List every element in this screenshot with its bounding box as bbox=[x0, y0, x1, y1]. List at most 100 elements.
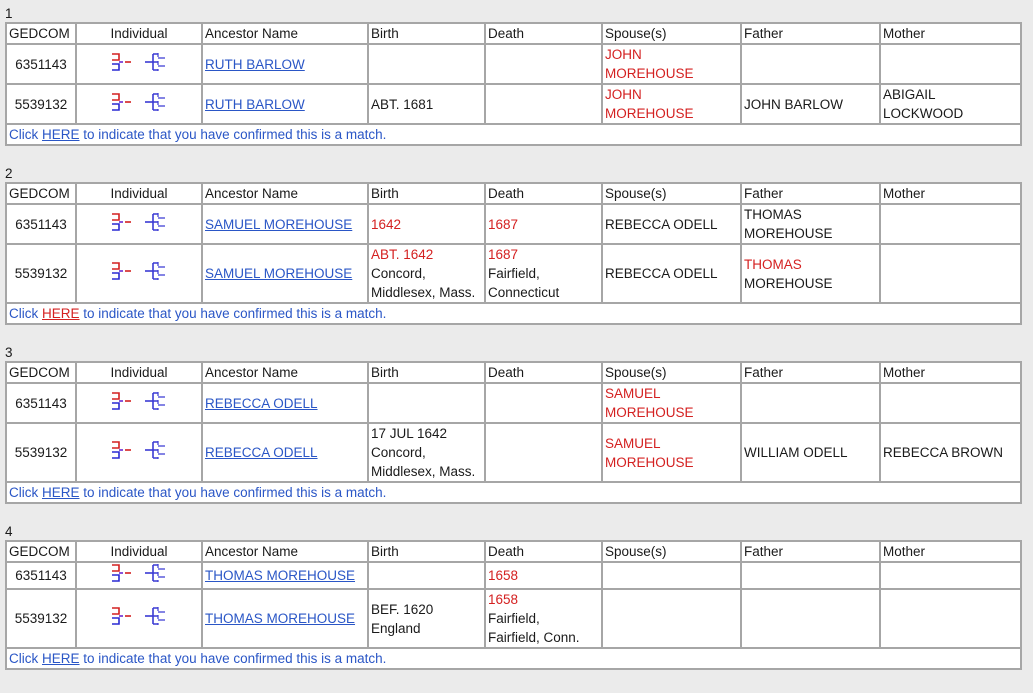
pedigree-chart-icon[interactable] bbox=[110, 606, 132, 631]
ancestor-name-link[interactable]: SAMUEL MOREHOUSE bbox=[205, 266, 352, 281]
death-line: 1658 bbox=[488, 568, 519, 583]
column-header: Mother bbox=[879, 182, 1022, 205]
table-row: 5539132 THOMAS MOREHOUSE BEF. 1620 England 1… bbox=[5, 588, 1022, 649]
individual-chart-links bbox=[75, 588, 203, 649]
ancestor-name-link[interactable]: RUTH BARLOW bbox=[205, 57, 305, 72]
individual-chart-links bbox=[75, 422, 203, 483]
individual-chart-links bbox=[75, 382, 203, 424]
match-group: 3 GEDCOM Individual Ancestor Name Birth Death… bbox=[0, 325, 1033, 504]
father-line: MOREHOUSE bbox=[744, 275, 833, 291]
column-header: Individual bbox=[75, 22, 203, 45]
pedigree-chart-icon[interactable] bbox=[110, 92, 132, 117]
confirm-row: Click HERE to indicate that you have con… bbox=[5, 302, 1022, 325]
spouse-line: MOREHOUSE bbox=[605, 454, 694, 470]
spouse-cell: JOHN MOREHOUSE bbox=[601, 43, 742, 85]
descendant-chart-icon[interactable] bbox=[144, 261, 168, 286]
spouse-line: MOREHOUSE bbox=[605, 66, 694, 81]
father-cell bbox=[740, 588, 881, 649]
gedcom-id: 5539132 bbox=[5, 83, 77, 125]
confirm-cell: Click HERE to indicate that you have con… bbox=[5, 302, 1022, 325]
descendant-chart-icon[interactable] bbox=[144, 440, 168, 465]
descendant-chart-icon[interactable] bbox=[144, 92, 168, 117]
column-header: Death bbox=[484, 22, 603, 45]
birth-line: 1642 bbox=[371, 216, 402, 232]
confirm-text-post: to indicate that you have confirmed this… bbox=[79, 306, 387, 321]
group-number: 2 bbox=[5, 166, 13, 181]
pedigree-chart-icon[interactable] bbox=[110, 52, 132, 77]
ancestor-name-link[interactable]: REBECCA ODELL bbox=[205, 396, 318, 411]
ancestor-name-link[interactable]: THOMAS MOREHOUSE bbox=[205, 568, 355, 583]
descendant-chart-icon[interactable] bbox=[144, 606, 168, 631]
father-line: THOMAS bbox=[744, 207, 802, 222]
confirm-text-pre: Click bbox=[9, 651, 42, 666]
birth-cell: ABT. 1681 bbox=[367, 83, 486, 125]
mother-cell bbox=[879, 561, 1022, 590]
birth-line: Middlesex, Mass. bbox=[371, 464, 476, 479]
ancestor-name-cell: REBECCA ODELL bbox=[201, 382, 369, 424]
descendant-chart-icon[interactable] bbox=[144, 391, 168, 416]
confirm-match-link[interactable]: HERE bbox=[42, 651, 80, 666]
pedigree-chart-icon[interactable] bbox=[110, 391, 132, 416]
individual-chart-links bbox=[75, 43, 203, 85]
ancestor-name-link[interactable]: SAMUEL MOREHOUSE bbox=[205, 217, 352, 232]
individual-chart-links bbox=[75, 243, 203, 304]
match-group: 2 GEDCOM Individual Ancestor Name Birth Death… bbox=[0, 146, 1033, 325]
column-header: Individual bbox=[75, 182, 203, 205]
mother-cell bbox=[879, 243, 1022, 304]
mother-cell bbox=[879, 588, 1022, 649]
column-header: Spouse(s) bbox=[601, 22, 742, 45]
confirm-text-post: to indicate that you have confirmed this… bbox=[79, 485, 387, 500]
ancestor-name-cell: RUTH BARLOW bbox=[201, 83, 369, 125]
descendant-chart-icon[interactable] bbox=[144, 212, 168, 237]
column-header: Ancestor Name bbox=[201, 182, 369, 205]
table-row: 6351143 SAMUEL MOREHOUSE 1642 1687 REBECCA O… bbox=[5, 203, 1022, 245]
ancestor-name-link[interactable]: REBECCA ODELL bbox=[205, 445, 318, 460]
confirm-match-link[interactable]: HERE bbox=[42, 306, 80, 321]
table-header-row: GEDCOM Individual Ancestor Name Birth Death S… bbox=[5, 540, 1022, 563]
descendant-chart-icon[interactable] bbox=[144, 564, 168, 587]
spouse-line: SAMUEL bbox=[605, 435, 661, 451]
mother-line: ABIGAIL bbox=[883, 87, 936, 102]
column-header: GEDCOM bbox=[5, 540, 77, 563]
father-cell: JOHN BARLOW bbox=[740, 83, 881, 125]
column-header: Individual bbox=[75, 361, 203, 384]
ancestor-name-link[interactable]: RUTH BARLOW bbox=[205, 97, 305, 112]
mother-cell bbox=[879, 203, 1022, 245]
father-cell bbox=[740, 561, 881, 590]
spouse-cell: SAMUEL MOREHOUSE bbox=[601, 382, 742, 424]
column-header: GEDCOM bbox=[5, 361, 77, 384]
confirm-match-link[interactable]: HERE bbox=[42, 485, 80, 500]
match-table: GEDCOM Individual Ancestor Name Birth Death S… bbox=[5, 540, 1022, 670]
birth-cell: BEF. 1620 England bbox=[367, 588, 486, 649]
death-cell bbox=[484, 83, 603, 125]
death-cell: 1658 bbox=[484, 561, 603, 590]
pedigree-chart-icon[interactable] bbox=[110, 440, 132, 465]
ancestor-name-link[interactable]: THOMAS MOREHOUSE bbox=[205, 611, 355, 626]
column-header: Mother bbox=[879, 22, 1022, 45]
column-header: Father bbox=[740, 540, 881, 563]
table-header-row: GEDCOM Individual Ancestor Name Birth Death S… bbox=[5, 361, 1022, 384]
pedigree-chart-icon[interactable] bbox=[110, 261, 132, 286]
table-row: 5539132 REBECCA ODELL 17 JUL 1642 Concord, M… bbox=[5, 422, 1022, 483]
mother-line: LOCKWOOD bbox=[883, 106, 964, 121]
birth-cell: ABT. 1642 Concord, Middlesex, Mass. bbox=[367, 243, 486, 304]
column-header: Father bbox=[740, 361, 881, 384]
table-header-row: GEDCOM Individual Ancestor Name Birth Death S… bbox=[5, 182, 1022, 205]
column-header: Birth bbox=[367, 361, 486, 384]
spouse-cell bbox=[601, 588, 742, 649]
group-number: 3 bbox=[5, 345, 13, 360]
column-header: GEDCOM bbox=[5, 182, 77, 205]
confirm-text-pre: Click bbox=[9, 127, 42, 142]
confirm-text-pre: Click bbox=[9, 485, 42, 500]
pedigree-chart-icon[interactable] bbox=[110, 212, 132, 237]
spouse-cell bbox=[601, 561, 742, 590]
spouse-line: REBECCA ODELL bbox=[605, 216, 718, 232]
pedigree-chart-icon[interactable] bbox=[110, 564, 132, 587]
gedcom-id: 5539132 bbox=[5, 588, 77, 649]
table-row: 6351143 REBECCA ODELL SAMUEL MOREHOUSE bbox=[5, 382, 1022, 424]
column-header: Ancestor Name bbox=[201, 22, 369, 45]
confirm-match-link[interactable]: HERE bbox=[42, 127, 80, 142]
descendant-chart-icon[interactable] bbox=[144, 52, 168, 77]
table-row: 6351143 RUTH BARLOW JOHN MOREHOUSE bbox=[5, 43, 1022, 85]
gedcom-id: 6351143 bbox=[5, 561, 77, 590]
